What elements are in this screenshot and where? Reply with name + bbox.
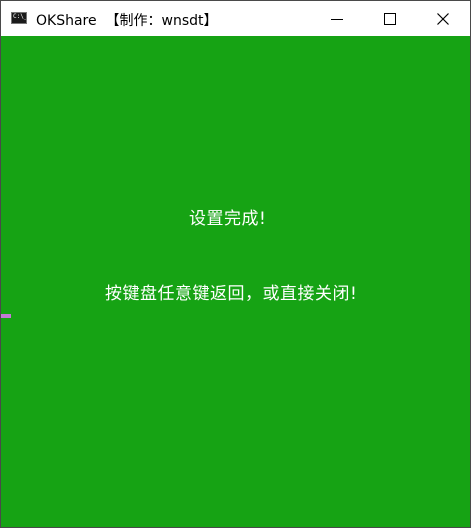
edge-marker bbox=[1, 314, 11, 318]
console-app-icon[interactable]: C:\_ bbox=[11, 12, 27, 24]
minimize-button[interactable] bbox=[314, 1, 360, 36]
setup-complete-message: 设置完成! bbox=[189, 209, 267, 229]
press-any-key-message: 按键盘任意键返回，或直接关闭! bbox=[105, 284, 358, 304]
window-title: OKShare 【制作：wnsdt】 bbox=[36, 13, 218, 29]
console-window: C:\_ OKShare 【制作：wnsdt】 设置完成! 按键盘任意键返回，或… bbox=[0, 0, 471, 528]
title-bar[interactable]: C:\_ OKShare 【制作：wnsdt】 bbox=[1, 1, 470, 36]
console-area[interactable]: 设置完成! 按键盘任意键返回，或直接关闭! bbox=[1, 36, 470, 527]
minimize-icon bbox=[331, 18, 343, 20]
maximize-button[interactable] bbox=[367, 1, 413, 36]
close-button[interactable] bbox=[420, 1, 466, 36]
close-icon bbox=[437, 12, 449, 25]
maximize-icon bbox=[384, 12, 396, 25]
